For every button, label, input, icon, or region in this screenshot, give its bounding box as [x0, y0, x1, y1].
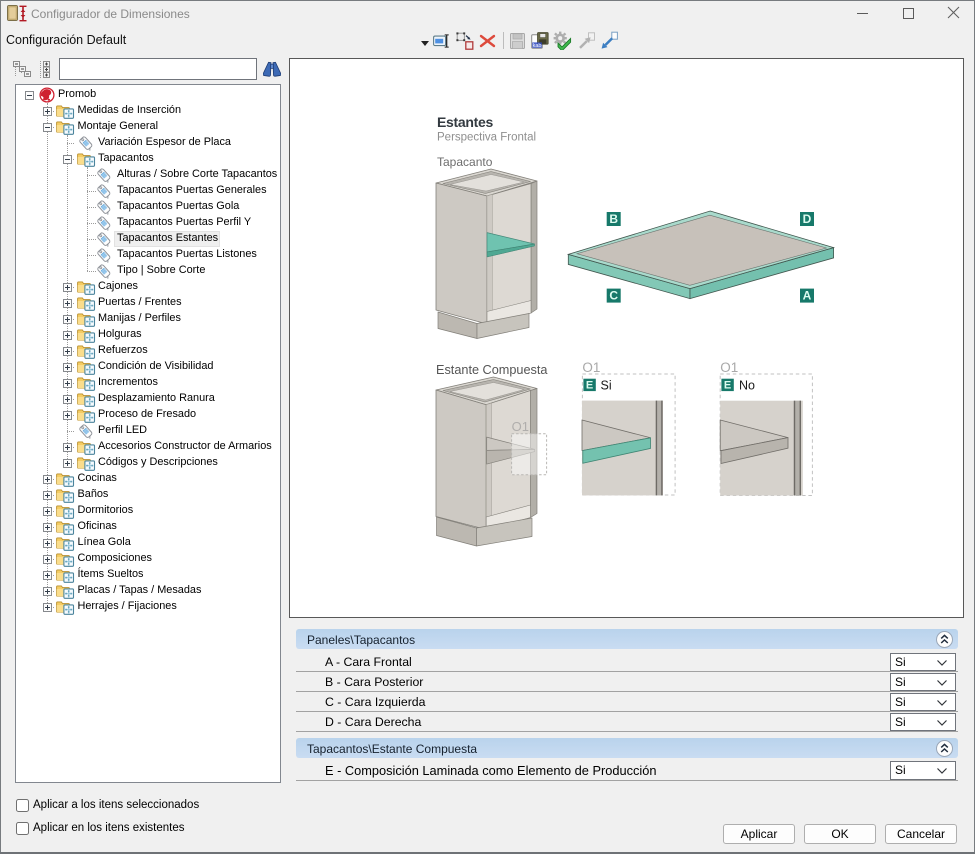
svg-text:D: D	[803, 212, 812, 226]
svg-text:A: A	[803, 289, 812, 303]
svg-text:Perspectiva Frontal: Perspectiva Frontal	[437, 132, 536, 144]
svg-text:Tapacanto: Tapacanto	[437, 155, 493, 169]
svg-text:O1: O1	[582, 360, 600, 375]
svg-text:O1: O1	[720, 360, 738, 375]
svg-text:B: B	[609, 212, 618, 226]
svg-text:O1: O1	[512, 419, 529, 434]
svg-text:C: C	[609, 289, 618, 303]
svg-text:kab: kab	[533, 43, 542, 49]
svg-text:Si: Si	[601, 379, 612, 393]
svg-text:Estante Compuesta: Estante Compuesta	[436, 363, 548, 377]
svg-text:Estantes: Estantes	[437, 114, 493, 130]
svg-text:E: E	[586, 380, 593, 392]
svg-text:E: E	[724, 380, 731, 392]
svg-text:No: No	[739, 379, 755, 393]
